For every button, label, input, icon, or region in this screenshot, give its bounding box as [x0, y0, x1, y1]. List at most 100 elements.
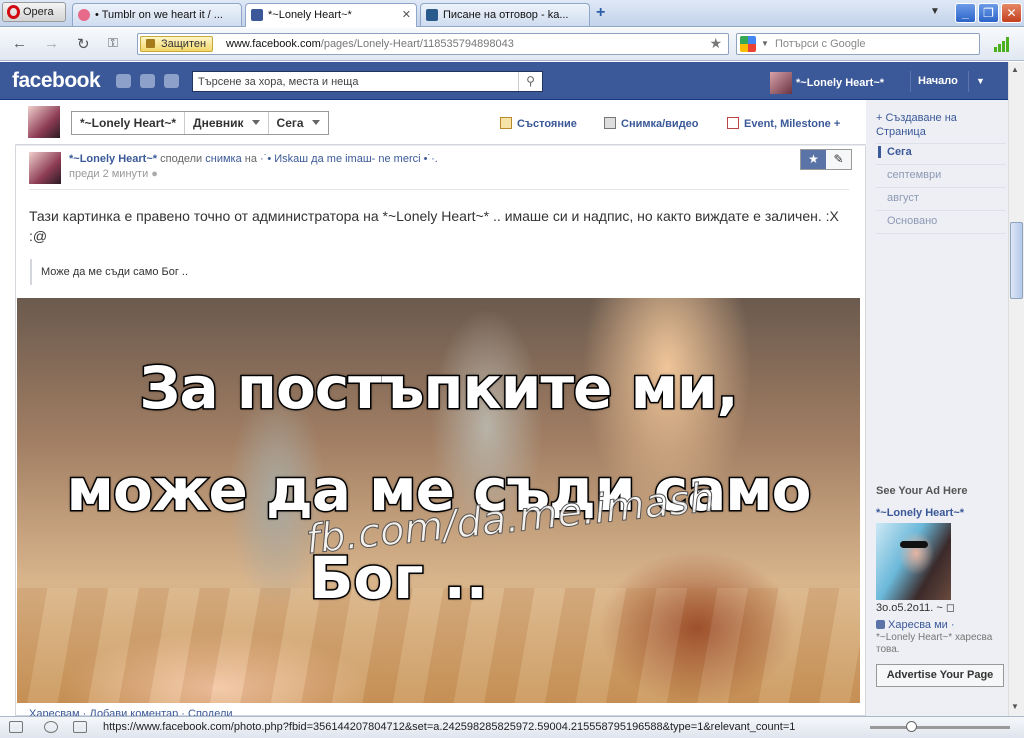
fb-search-placeholder: Търсене за хора, места и неща	[198, 76, 359, 88]
event-composer-button[interactable]: Event, Milestone +	[727, 117, 840, 130]
panel-toggle-icon[interactable]	[9, 721, 23, 733]
timeline-item-august[interactable]: август	[878, 192, 1006, 204]
scroll-up-icon[interactable]: ▲	[1011, 65, 1019, 74]
ad-liked-by: *~Lonely Heart~* харесва това.	[876, 632, 993, 655]
create-page-label: Създаване на Страница	[876, 112, 957, 138]
chevron-down-icon	[251, 120, 260, 129]
opera-logo-icon	[7, 5, 20, 19]
avatar	[770, 72, 792, 94]
cloud-icon[interactable]	[44, 721, 58, 733]
close-window-button[interactable]: ✕	[1001, 3, 1022, 23]
tab-lonely-heart[interactable]: *~Lonely Heart~* ✕	[245, 3, 417, 27]
fb-search-input[interactable]: Търсене за хора, места и неща ⚲	[192, 71, 543, 92]
browser-tab-bar: Opera • Tumblr on we heart it / ... *~Lo…	[0, 0, 1024, 27]
journal-dropdown[interactable]: Дневник	[185, 112, 269, 134]
timeline-item-now[interactable]: Сега	[878, 146, 1006, 158]
edit-pencil-icon[interactable]: ✎	[826, 150, 851, 169]
minimize-button[interactable]: _	[955, 3, 976, 23]
left-gutter	[0, 100, 15, 716]
heart-icon	[78, 9, 90, 21]
status-composer-button[interactable]: Състояние	[500, 117, 577, 130]
tab-title: • Tumblr on we heart it / ...	[95, 9, 223, 21]
address-toolbar: ← → ↻ ⚿ Защитен www.facebook.com/pages/L…	[0, 28, 1024, 61]
scrollbar-thumb[interactable]	[1010, 222, 1023, 299]
create-page-link[interactable]: + Създаване на Страница	[876, 111, 996, 139]
camera-icon	[604, 117, 616, 129]
journal-label: Дневник	[193, 116, 244, 130]
now-dropdown[interactable]: Сега	[269, 112, 328, 134]
timeline-item-september[interactable]: септември	[878, 169, 1006, 181]
ad-like-button[interactable]: Харесва ми ·	[876, 619, 955, 631]
reload-icon[interactable]: ↻	[77, 35, 90, 53]
notifications-icon[interactable]	[164, 74, 179, 88]
messages-icon[interactable]	[140, 74, 155, 88]
speed-dial-icon[interactable]	[73, 721, 87, 733]
event-label: Event, Milestone +	[744, 118, 841, 130]
address-field[interactable]: Защитен www.facebook.com/pages/Lonely-He…	[137, 33, 729, 55]
browser-status-bar: https://www.facebook.com/photo.php?fbid=…	[0, 716, 1024, 738]
page-scrollbar[interactable]: ▲ ▼	[1008, 62, 1024, 716]
user-name: *~Lonely Heart~*	[796, 76, 885, 89]
security-label: Защитен	[161, 38, 207, 50]
signal-strength-icon	[994, 36, 1012, 52]
restore-button[interactable]: ❐	[978, 3, 999, 23]
tab-menu-button[interactable]: ▼	[930, 6, 940, 17]
account-menu-icon[interactable]: ▼	[976, 76, 985, 86]
post-author-avatar[interactable]	[29, 152, 61, 184]
ad-heading[interactable]: See Your Ad Here	[876, 485, 968, 497]
ad-title-link[interactable]: *~Lonely Heart~*	[876, 507, 964, 519]
header-divider	[910, 71, 911, 92]
search-icon[interactable]: ⚲	[518, 72, 542, 91]
security-badge[interactable]: Защитен	[140, 36, 214, 52]
forward-icon[interactable]: →	[44, 35, 59, 52]
page-name-button[interactable]: *~Lonely Heart~*	[72, 112, 186, 134]
status-url: https://www.facebook.com/photo.php?fbid=…	[103, 721, 796, 733]
profile-link[interactable]: *~Lonely Heart~*	[770, 72, 884, 94]
google-icon	[740, 36, 756, 52]
photo-label: Снимка/видео	[621, 118, 699, 130]
opera-menu-label: Opera	[23, 6, 54, 18]
bookmark-star-icon[interactable]: ★	[709, 35, 722, 52]
globe-icon: ●	[151, 168, 158, 180]
tab-title: Писане на отговор - ka...	[443, 9, 569, 21]
chevron-down-icon	[311, 120, 320, 129]
post-author-link[interactable]: *~Lonely Heart~*	[69, 153, 157, 165]
friend-requests-icon[interactable]	[116, 74, 131, 88]
back-icon[interactable]: ←	[12, 35, 27, 52]
timeline-item-founded[interactable]: Основано	[878, 215, 1006, 227]
zoom-slider[interactable]	[870, 721, 1010, 732]
post-quote: Може да ме съди само Бог ..	[30, 259, 188, 285]
timestamp-text: преди 2 минути	[69, 168, 149, 180]
post-timestamp[interactable]: преди 2 минути ●	[69, 168, 158, 180]
scroll-down-icon[interactable]: ▼	[1011, 702, 1019, 711]
post-photo[interactable]: За постъпките ми, може да ме съди само f…	[17, 298, 860, 703]
home-link[interactable]: Начало	[918, 75, 958, 87]
now-label: Сега	[276, 116, 304, 130]
advertise-page-button[interactable]: Advertise Your Page	[876, 664, 1004, 687]
opera-menu-button[interactable]: Opera	[2, 2, 66, 22]
facebook-logo[interactable]: facebook	[12, 69, 101, 93]
search-engine-field[interactable]: ▼ Потърси с Google	[736, 33, 980, 55]
key-icon[interactable]: ⚿	[108, 35, 118, 51]
photo-caption-line-3: Бог ..	[308, 543, 490, 614]
post-actions: ★ ✎	[800, 149, 852, 170]
highlight-star-icon[interactable]: ★	[801, 150, 826, 169]
zoom-knob[interactable]	[906, 721, 917, 732]
tab-reply[interactable]: Писане на отговор - ka...	[420, 3, 590, 26]
jewel-icons	[116, 74, 188, 91]
tab-tumblr[interactable]: • Tumblr on we heart it / ...	[72, 3, 242, 26]
new-tab-button[interactable]: +	[596, 4, 605, 22]
shared-text: сподели	[160, 153, 203, 165]
timeline-divider	[876, 210, 1006, 211]
page-avatar[interactable]	[28, 106, 60, 138]
photo-composer-button[interactable]: Снимка/видео	[604, 117, 699, 130]
chevron-down-icon[interactable]: ▼	[761, 39, 769, 48]
search-placeholder: Потърси с Google	[775, 38, 866, 50]
photo-link[interactable]: снимка	[205, 153, 241, 165]
source-page-link[interactable]: ·˙• Иskaш да me imaш- ne merci •˙·.	[260, 153, 438, 165]
url-domain: www.facebook.com	[226, 38, 321, 50]
url-path: /pages/Lonely-Heart/118535794898043	[320, 38, 514, 50]
ad-image[interactable]	[876, 523, 951, 600]
timeline-divider	[876, 164, 1006, 165]
close-tab-icon[interactable]: ✕	[402, 8, 411, 21]
